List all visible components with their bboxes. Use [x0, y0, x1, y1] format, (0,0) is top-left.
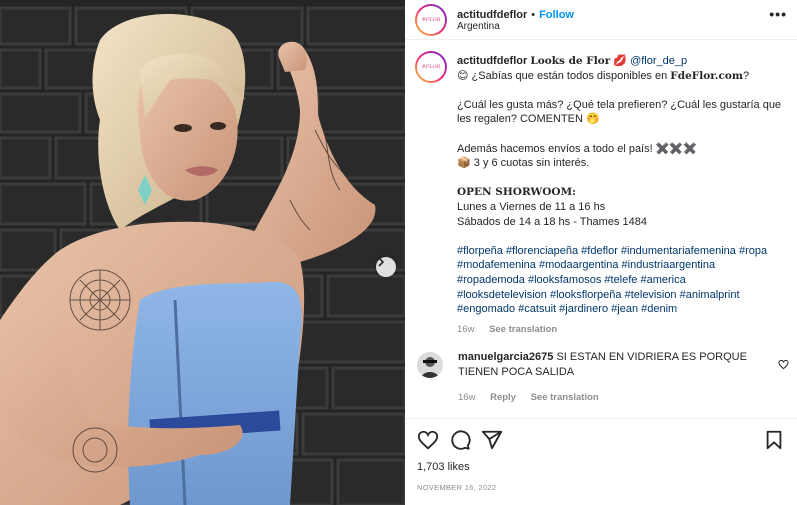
caption-line1-text: ¿Sabías que están todos disponibles en	[471, 69, 668, 82]
hashtag-link[interactable]: #modafemenina	[457, 259, 536, 271]
hashtag-link[interactable]: #fdeflor	[581, 245, 618, 257]
smile-emoji: 😊	[457, 69, 469, 82]
post-header: #FLOR actitudfdeflor • Follow Argentina ••…	[405, 0, 797, 40]
paragraph2-emoji: 🤭	[586, 113, 600, 126]
share-icon	[481, 430, 503, 450]
hashtag-link[interactable]: #engomado	[457, 303, 515, 315]
hashtag-link[interactable]: #modaargentina	[539, 259, 619, 271]
avatar-logo-text: #FLOR	[417, 6, 445, 34]
hashtag-link[interactable]: #florpeña	[457, 245, 503, 257]
post-action-bar: 1,703 likes NOVEMBER 16, 2022	[405, 418, 797, 505]
chevron-right-icon	[378, 257, 385, 267]
caption-site-name: FdeFlor.com	[670, 69, 743, 82]
hashtag-link[interactable]: #television	[625, 289, 677, 301]
lips-emoji: 💋	[613, 55, 627, 67]
caption-username[interactable]: actitudfdeflor	[457, 55, 527, 67]
caption-avatar-logo-text: #FLOR	[417, 53, 445, 81]
commenter-avatar[interactable]	[417, 352, 443, 378]
caption-line1-end: ?	[742, 69, 750, 82]
carousel-next-button[interactable]	[376, 257, 396, 277]
hashtag-link[interactable]: #jean	[611, 303, 638, 315]
like-button[interactable]	[417, 429, 439, 456]
showroom-hours-weekdays: Lunes a Viernes de 11 a 16 hs	[457, 200, 606, 213]
like-count[interactable]: 1,703 likes	[417, 461, 470, 473]
post-date[interactable]: NOVEMBER 16, 2022	[417, 483, 496, 492]
hashtag-list: #florpeña #florenciapeña #fdeflor #indum…	[457, 244, 787, 317]
post-location[interactable]: Argentina	[457, 21, 500, 32]
comment-button[interactable]	[449, 429, 471, 456]
comment-see-translation[interactable]: See translation	[531, 392, 599, 403]
caption-scroll-area[interactable]: #FLOR actitudfdeflor Looks de Flor 💋 @fl…	[405, 41, 797, 417]
post-caption: actitudfdeflor Looks de Flor 💋 @flor_de_…	[457, 54, 787, 337]
more-options-icon: •••	[769, 6, 787, 22]
hashtag-link[interactable]: #animalprint	[680, 289, 740, 301]
post-photo-image	[0, 0, 405, 505]
save-button[interactable]	[763, 429, 785, 456]
comment-body: manuelgarcia2675 SI ESTAN EN VIDRIERA ES…	[458, 350, 758, 379]
hashtag-link[interactable]: #america	[640, 274, 685, 286]
comment-meta: 16w Reply See translation	[458, 392, 758, 403]
commenter-avatar-image	[417, 352, 443, 378]
caption-installments: 3 y 6 cuotas sin interés.	[473, 157, 590, 170]
follow-button[interactable]: Follow	[539, 9, 574, 21]
hashtag-link[interactable]: #jardinero	[559, 303, 608, 315]
comment-timestamp[interactable]: 16w	[458, 392, 475, 403]
hashtag-link[interactable]: #looksflorpeña	[550, 289, 622, 301]
caption-avatar[interactable]: #FLOR	[415, 51, 447, 83]
bookmark-icon	[766, 430, 782, 450]
hashtag-link[interactable]: #looksdetelevision	[457, 289, 547, 301]
comment-like-button[interactable]	[778, 357, 789, 375]
hashtag-link[interactable]: #indumentariafemenina	[621, 245, 736, 257]
showroom-hours-saturday: Sábados de 14 a 18 hs - Thames 1484	[457, 215, 647, 228]
caption-meta: 16w See translation	[457, 323, 787, 338]
account-username[interactable]: actitudfdeflor	[457, 9, 527, 21]
hashtag-link[interactable]: #ropa	[739, 245, 767, 257]
caption-title: Looks de Flor	[530, 55, 611, 67]
hashtag-link[interactable]: #looksfamosos	[528, 274, 601, 286]
separator-dot: •	[531, 9, 536, 21]
hashtag-link[interactable]: #florenciapeña	[506, 245, 578, 257]
account-avatar[interactable]: #FLOR	[415, 4, 447, 36]
commenter-username[interactable]: manuelgarcia2675	[458, 351, 553, 363]
comment-icon	[451, 430, 471, 450]
cross-emojis: ✖️✖️✖️	[655, 142, 697, 155]
caption-mention-link[interactable]: @flor_de_p	[630, 55, 687, 67]
heart-icon	[778, 359, 789, 370]
share-button[interactable]	[481, 429, 503, 456]
more-options-button[interactable]: •••	[769, 6, 787, 22]
post-details-panel: #FLOR actitudfdeflor • Follow Argentina ••…	[405, 0, 797, 505]
hashtag-link[interactable]: #denim	[641, 303, 677, 315]
hashtag-link[interactable]: #ropademoda	[457, 274, 525, 286]
caption-timestamp[interactable]: 16w	[457, 324, 474, 335]
heart-icon	[417, 430, 439, 450]
hashtag-link[interactable]: #telefe	[604, 274, 637, 286]
package-emoji: 📦	[457, 157, 471, 170]
hashtag-link[interactable]: #industriaargentina	[622, 259, 716, 271]
caption-paragraph3: Además hacemos envíos a todo el país!	[457, 142, 653, 155]
post-photo[interactable]	[0, 0, 405, 505]
caption-see-translation[interactable]: See translation	[489, 324, 557, 335]
showroom-title: OPEN SHORWOOM:	[457, 186, 577, 199]
comment-reply-button[interactable]: Reply	[490, 392, 516, 403]
caption-paragraph2: ¿Cuál les gusta más? ¿Qué tela prefieren…	[457, 98, 782, 126]
hashtag-link[interactable]: #catsuit	[518, 303, 556, 315]
